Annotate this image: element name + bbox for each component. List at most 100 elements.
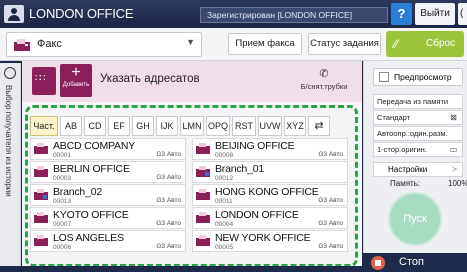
tab-xyz[interactable]: XYZ <box>284 116 306 136</box>
reset-label: Сброс <box>426 38 456 49</box>
list-item[interactable]: HONG KONG OFFICE 00011 G3 Авто <box>192 184 348 206</box>
memory-label: Память: <box>390 179 421 188</box>
memory-value: 100% <box>448 179 467 188</box>
option-label: 1-стор.оригин. <box>377 145 427 154</box>
entry-type: G3 Авто <box>318 243 343 250</box>
help-button[interactable]: ? <box>391 3 412 25</box>
clock-icon <box>4 67 16 79</box>
entry-number: 00003 <box>53 175 72 182</box>
entry-number: 00011 <box>215 198 233 205</box>
settings-panel: Предпросмотр Передача из памяти Стандарт… <box>363 61 467 272</box>
entry-number: 00001 <box>53 152 72 159</box>
entry-type: G3 Авто <box>156 220 181 227</box>
fax-icon <box>34 212 48 223</box>
entry-name: Branch_02 <box>53 186 102 198</box>
entry-number: 00012 <box>215 175 234 182</box>
checkbox-icon <box>379 72 389 82</box>
list-item[interactable]: BERLIN OFFICE 00003 G3 Авто <box>30 161 186 183</box>
fax-icon <box>14 39 30 51</box>
preview-toggle[interactable]: Предпросмотр <box>373 68 463 86</box>
entry-type: G3 Авто <box>156 197 181 204</box>
plus-icon: + <box>71 64 81 81</box>
phone-icon: ✆ <box>319 68 329 80</box>
list-item[interactable]: BEIJING OFFICE 00008 G3 Авто <box>192 138 348 160</box>
tab-opq[interactable]: OPQ <box>206 116 230 136</box>
entry-name: KYOTO OFFICE <box>53 209 129 221</box>
user-name: LONDON OFFICE <box>29 6 134 21</box>
user-icon[interactable] <box>4 5 24 23</box>
tab-gh[interactable]: GH <box>132 116 154 136</box>
entry-name: NEW YORK OFFICE <box>215 232 311 244</box>
entry-number: 00005 <box>215 244 234 251</box>
list-item[interactable]: NEW YORK OFFICE 00005 G3 Авто <box>192 230 348 252</box>
entry-name: BERLIN OFFICE <box>53 163 130 175</box>
fax-receive-button[interactable]: Прием факса <box>228 33 302 55</box>
stop-label: Стоп <box>399 256 424 268</box>
tab-rst[interactable]: RST <box>232 116 256 136</box>
top-bar: LONDON OFFICE Зарегистрирован [LONDON OF… <box>0 0 467 28</box>
app-selector[interactable]: Факс ▼ <box>6 32 202 57</box>
option-label: Автоопр.:один.разм. <box>377 129 448 138</box>
start-button[interactable]: Пуск <box>390 194 440 244</box>
stop-button[interactable]: Стоп <box>363 253 467 272</box>
tab-frequent[interactable]: Част. <box>30 116 58 136</box>
list-item[interactable]: KYOTO OFFICE 00007 G3 Авто <box>30 207 186 229</box>
overflow-button[interactable]: ( <box>458 3 467 25</box>
entry-type: G3 Авто <box>318 197 343 204</box>
keypad-button[interactable] <box>32 67 56 95</box>
entry-name: HONG KONG OFFICE <box>215 186 319 198</box>
entry-type: G3 Авто <box>318 220 343 227</box>
entry-name: Branch_01 <box>215 163 264 175</box>
entry-name: LONDON OFFICE <box>215 209 299 221</box>
list-item[interactable]: LOS ANGELES 00006 G3 Авто <box>30 230 186 252</box>
chevron-right-icon: > <box>452 165 457 174</box>
fax-icon <box>34 143 48 154</box>
settings-label: Настройки <box>388 165 428 174</box>
entry-number: 00007 <box>53 221 72 228</box>
destination-header: + Добавить Указать адресатов ✆ Б/снят.тр… <box>22 61 362 102</box>
fax-icon <box>196 212 210 223</box>
option-scan-size[interactable]: Автоопр.:один.разм. <box>373 126 463 141</box>
job-status-button[interactable]: Статус задания <box>308 33 381 55</box>
on-hook-button[interactable]: ✆ Б/снят.трубки <box>292 67 356 97</box>
on-hook-label: Б/снят.трубки <box>300 82 348 91</box>
tab-cd[interactable]: CD <box>84 116 106 136</box>
bottom-edge <box>0 266 363 272</box>
add-destination-button[interactable]: + Добавить <box>60 64 92 97</box>
option-memory-tx[interactable]: Передача из памяти <box>373 94 463 109</box>
entry-number: 00013 <box>53 198 72 205</box>
list-item[interactable]: LONDON OFFICE 00004 G3 Авто <box>192 207 348 229</box>
option-original-sides[interactable]: 1-стор.оригин. ▭ <box>373 142 463 157</box>
app-label: Факс <box>37 38 62 50</box>
fax-icon <box>34 166 48 177</box>
entry-number: 00008 <box>215 152 234 159</box>
eraser-icon: ⁄⁄ <box>394 37 399 51</box>
tab-ef[interactable]: EF <box>108 116 130 136</box>
resolution-icon: ⊠ <box>450 113 457 122</box>
list-item[interactable]: Branch_01 00012 <box>192 161 348 183</box>
list-item[interactable]: ABCD COMPANY 00001 G3 Авто <box>30 138 186 160</box>
tab-ijk[interactable]: IJK <box>156 116 178 136</box>
fax-icon <box>196 235 210 246</box>
entry-type: G3 Авто <box>156 174 181 181</box>
switch-view-icon[interactable]: ⇄ <box>308 116 330 136</box>
option-resolution[interactable]: Стандарт ⊠ <box>373 110 463 125</box>
entry-number: 00006 <box>53 244 72 251</box>
tab-lmn[interactable]: LMN <box>180 116 204 136</box>
chevron-down-icon: ▼ <box>186 37 195 47</box>
history-tab-label: Выбор получателя из истории <box>4 85 13 197</box>
entry-type: G3 Авто <box>156 151 181 158</box>
fax-icon <box>196 189 210 200</box>
list-item[interactable]: Branch_02 00013 G3 Авто <box>30 184 186 206</box>
option-label: Стандарт <box>377 113 411 122</box>
reset-button[interactable]: ⁄⁄ Сброс <box>386 31 464 57</box>
login-status: Зарегистрирован [LONDON OFFICE] <box>200 7 388 23</box>
tab-ab[interactable]: AB <box>60 116 82 136</box>
preview-label: Предпросмотр <box>394 72 452 82</box>
add-destination-label: Добавить <box>62 82 90 88</box>
settings-button[interactable]: Настройки > <box>373 162 463 177</box>
logout-button[interactable]: Выйти <box>415 3 455 25</box>
history-tab[interactable]: Выбор получателя из истории <box>0 63 21 272</box>
tab-uvw[interactable]: UVW <box>258 116 282 136</box>
entry-type: G3 Авто <box>156 243 181 250</box>
